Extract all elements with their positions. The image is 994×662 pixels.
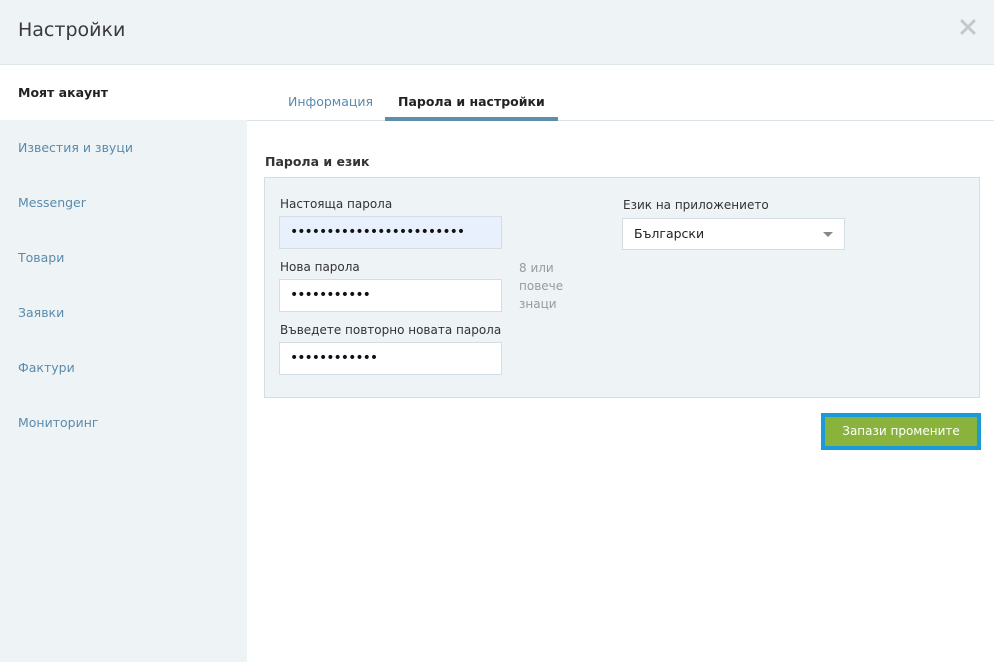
dialog-header: Настройки [0, 0, 994, 65]
current-password-label: Настояща парола [280, 197, 393, 211]
save-button-focus-ring: Запази промените [821, 413, 981, 450]
sidebar-item-my-account[interactable]: Моят акаунт [0, 65, 247, 120]
sidebar-item-invoices[interactable]: Фактури [0, 340, 247, 395]
repeat-password-label: Въведете повторно новата парола [280, 323, 502, 337]
chevron-down-icon [823, 232, 833, 237]
new-password-label: Нова парола [280, 260, 360, 274]
tab-password-settings[interactable]: Парола и настройки [385, 94, 558, 121]
password-length-hint: 8 или повече знаци [519, 261, 564, 311]
tab-information[interactable]: Информация [275, 94, 386, 121]
sidebar-item-loads[interactable]: Товари [0, 230, 247, 285]
sidebar-item-messenger[interactable]: Messenger [0, 175, 247, 230]
language-select-value: Български [634, 226, 705, 241]
save-changes-button[interactable]: Запази промените [825, 417, 977, 446]
dialog-title: Настройки [18, 19, 126, 41]
current-password-field[interactable]: •••••••••••••••••••••••• [279, 216, 502, 249]
tab-bar: Информация Парола и настройки [247, 65, 994, 121]
repeat-password-field[interactable]: •••••••••••• [279, 342, 502, 375]
sidebar-item-notifications[interactable]: Известия и звуци [0, 120, 247, 175]
sidebar-item-requests[interactable]: Заявки [0, 285, 247, 340]
sidebar-item-monitoring[interactable]: Мониторинг [0, 395, 247, 450]
new-password-field[interactable]: ••••••••••• [279, 279, 502, 312]
password-language-panel: Настояща парола ••••••••••••••••••••••••… [264, 177, 980, 398]
close-icon[interactable] [960, 19, 976, 35]
section-title: Парола и език [265, 154, 370, 169]
language-select[interactable]: Български [622, 218, 845, 250]
sidebar: Моят акаунт Известия и звуци Messenger Т… [0, 65, 247, 662]
language-label: Език на приложението [623, 198, 769, 212]
